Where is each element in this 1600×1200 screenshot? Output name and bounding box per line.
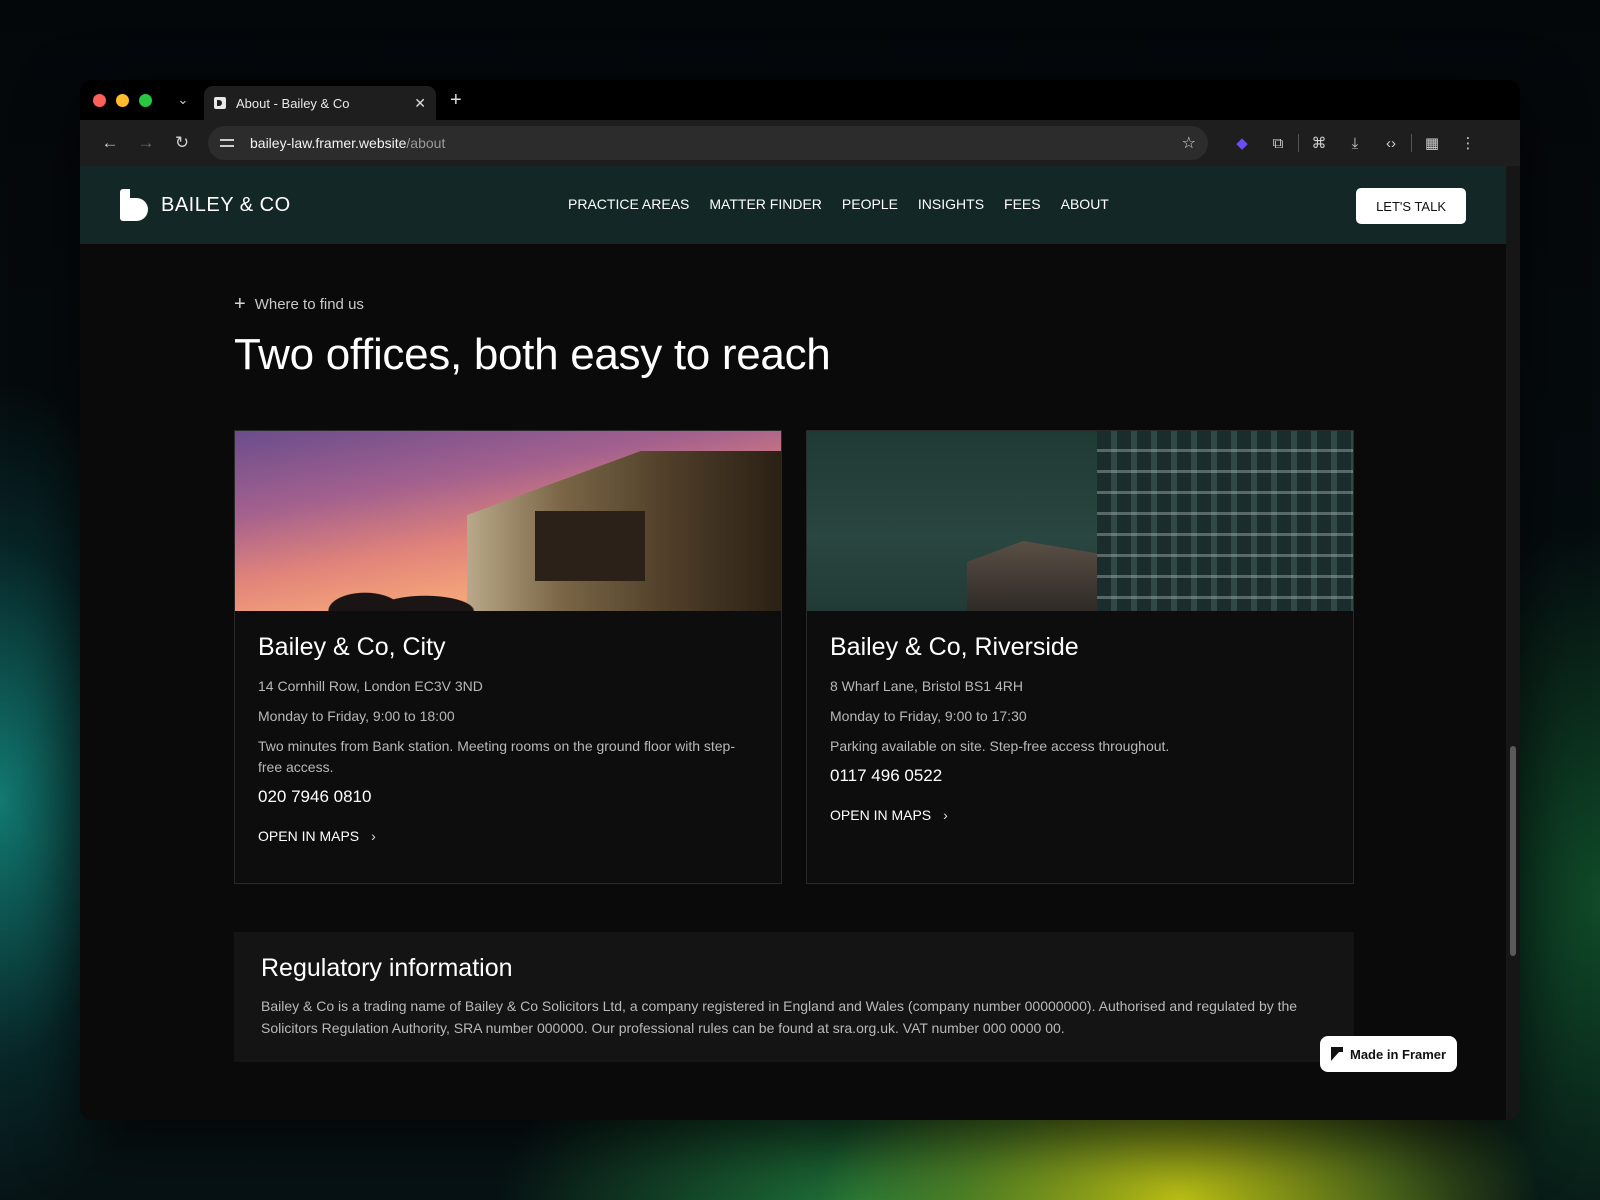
reload-icon[interactable]: ↻ [164, 133, 200, 153]
close-window-button[interactable] [93, 93, 106, 107]
maximize-window-button[interactable] [139, 93, 152, 107]
logo-text: BAILEY & CO [161, 193, 291, 216]
site-info-icon[interactable] [220, 136, 236, 150]
tab-search-chevron-icon[interactable]: ⌄ [174, 92, 192, 108]
tab-title: About - Bailey & Co [236, 95, 350, 111]
code-icon[interactable]: ‹› [1373, 135, 1409, 152]
open-in-maps-label: OPEN IN MAPS [830, 807, 932, 823]
badge-label: Made in Framer [1350, 1046, 1447, 1062]
open-in-maps-link[interactable]: OPEN IN MAPS › [830, 807, 1330, 823]
download-icon[interactable]: ⤓ [1337, 135, 1373, 152]
lets-talk-button[interactable]: LET'S TALK [1356, 188, 1466, 224]
offices-section: + Where to find us Two offices, both eas… [80, 294, 1506, 1062]
office-photo-city [235, 431, 781, 611]
office-address: 14 Cornhill Row, London EC3V 3ND [258, 678, 483, 694]
regulatory-title: Regulatory information [261, 954, 513, 982]
site-logo[interactable]: BAILEY & CO [120, 189, 291, 221]
scrollbar-thumb[interactable] [1510, 746, 1516, 956]
open-in-maps-link[interactable]: OPEN IN MAPS › [258, 828, 758, 844]
eyebrow-text: Where to find us [254, 295, 364, 313]
forward-arrow-icon[interactable]: → [128, 133, 164, 153]
office-notes: Parking available on site. Step-free acc… [830, 738, 1170, 754]
nav-fees[interactable]: FEES [1004, 196, 1041, 212]
back-arrow-icon[interactable]: ← [92, 133, 128, 153]
office-card-riverside: Bailey & Co, Riverside 8 Wharf Lane, Bri… [806, 430, 1354, 884]
nav-insights[interactable]: INSIGHTS [918, 196, 984, 212]
made-in-framer-badge[interactable]: Made in Framer [1320, 1036, 1458, 1072]
url-path: /about [406, 135, 446, 151]
chevron-right-icon: › [371, 828, 376, 844]
web-page: BAILEY & CO PRACTICE AREAS MATTER FINDER… [80, 166, 1506, 1120]
main-nav: PRACTICE AREAS MATTER FINDER PEOPLE INSI… [568, 196, 1109, 212]
office-notes: Two minutes from Bank station. Meeting r… [258, 738, 736, 775]
favicon-icon [214, 97, 226, 109]
url-host: bailey-law.framer.website [250, 135, 407, 151]
close-tab-icon[interactable]: ✕ [414, 95, 426, 112]
browser-toolbar: ← → ↻ bailey-law.framer.website/about ☆ … [80, 120, 1520, 166]
browser-window: ⌄ About - Bailey & Co ✕ + ← → ↻ bailey-l… [80, 80, 1520, 1120]
regulatory-panel: Regulatory information Bailey & Co is a … [234, 932, 1354, 1062]
office-photo-riverside [807, 431, 1353, 611]
framer-logo-icon [1331, 1047, 1343, 1061]
chevron-right-icon: › [943, 807, 948, 823]
star-icon[interactable]: ☆ [1182, 133, 1196, 153]
profile-grid-icon[interactable]: ▦ [1414, 134, 1450, 152]
window-controls [93, 93, 152, 107]
page-scrollbar[interactable] [1506, 166, 1520, 1120]
office-address: 8 Wharf Lane, Bristol BS1 4RH [830, 678, 1023, 694]
nav-matter-finder[interactable]: MATTER FINDER [709, 196, 822, 212]
nav-practice-areas[interactable]: PRACTICE AREAS [568, 196, 689, 212]
office-cards: Bailey & Co, City 14 Cornhill Row, Londo… [234, 430, 1506, 884]
office-phone[interactable]: 020 7946 0810 [258, 787, 758, 807]
extension-diamond-icon[interactable]: ◆ [1224, 134, 1260, 152]
office-hours: Monday to Friday, 9:00 to 18:00 [258, 708, 455, 724]
office-name: Bailey & Co, City [258, 633, 446, 661]
active-tab[interactable]: About - Bailey & Co ✕ [204, 86, 436, 120]
puzzle-icon[interactable]: ⧉ [1260, 135, 1296, 152]
address-bar[interactable]: bailey-law.framer.website/about ☆ [208, 126, 1208, 160]
plus-icon: + [234, 293, 246, 315]
toolbar-icons: ◆ ⧉ ⌘ ⤓ ‹› ▦ ⋮ [1224, 134, 1486, 152]
regulatory-text: Bailey & Co is a trading name of Bailey … [261, 998, 1298, 1036]
office-name: Bailey & Co, Riverside [830, 633, 1079, 661]
logo-mark-icon [120, 189, 148, 221]
open-in-maps-label: OPEN IN MAPS [258, 828, 360, 844]
office-hours: Monday to Friday, 9:00 to 17:30 [830, 708, 1027, 724]
new-tab-button[interactable]: + [450, 89, 462, 112]
translate-icon[interactable]: ⌘ [1301, 134, 1337, 152]
section-headline: Two offices, both easy to reach [234, 330, 831, 379]
minimize-window-button[interactable] [116, 93, 129, 107]
kebab-menu-icon[interactable]: ⋮ [1450, 134, 1486, 152]
nav-about[interactable]: ABOUT [1061, 196, 1109, 212]
site-header: BAILEY & CO PRACTICE AREAS MATTER FINDER… [80, 166, 1506, 244]
office-card-city: Bailey & Co, City 14 Cornhill Row, Londo… [234, 430, 782, 884]
office-phone[interactable]: 0117 496 0522 [830, 766, 1330, 786]
tab-strip: ⌄ About - Bailey & Co ✕ + [80, 80, 1520, 120]
section-eyebrow: + Where to find us [234, 294, 1506, 314]
nav-people[interactable]: PEOPLE [842, 196, 898, 212]
